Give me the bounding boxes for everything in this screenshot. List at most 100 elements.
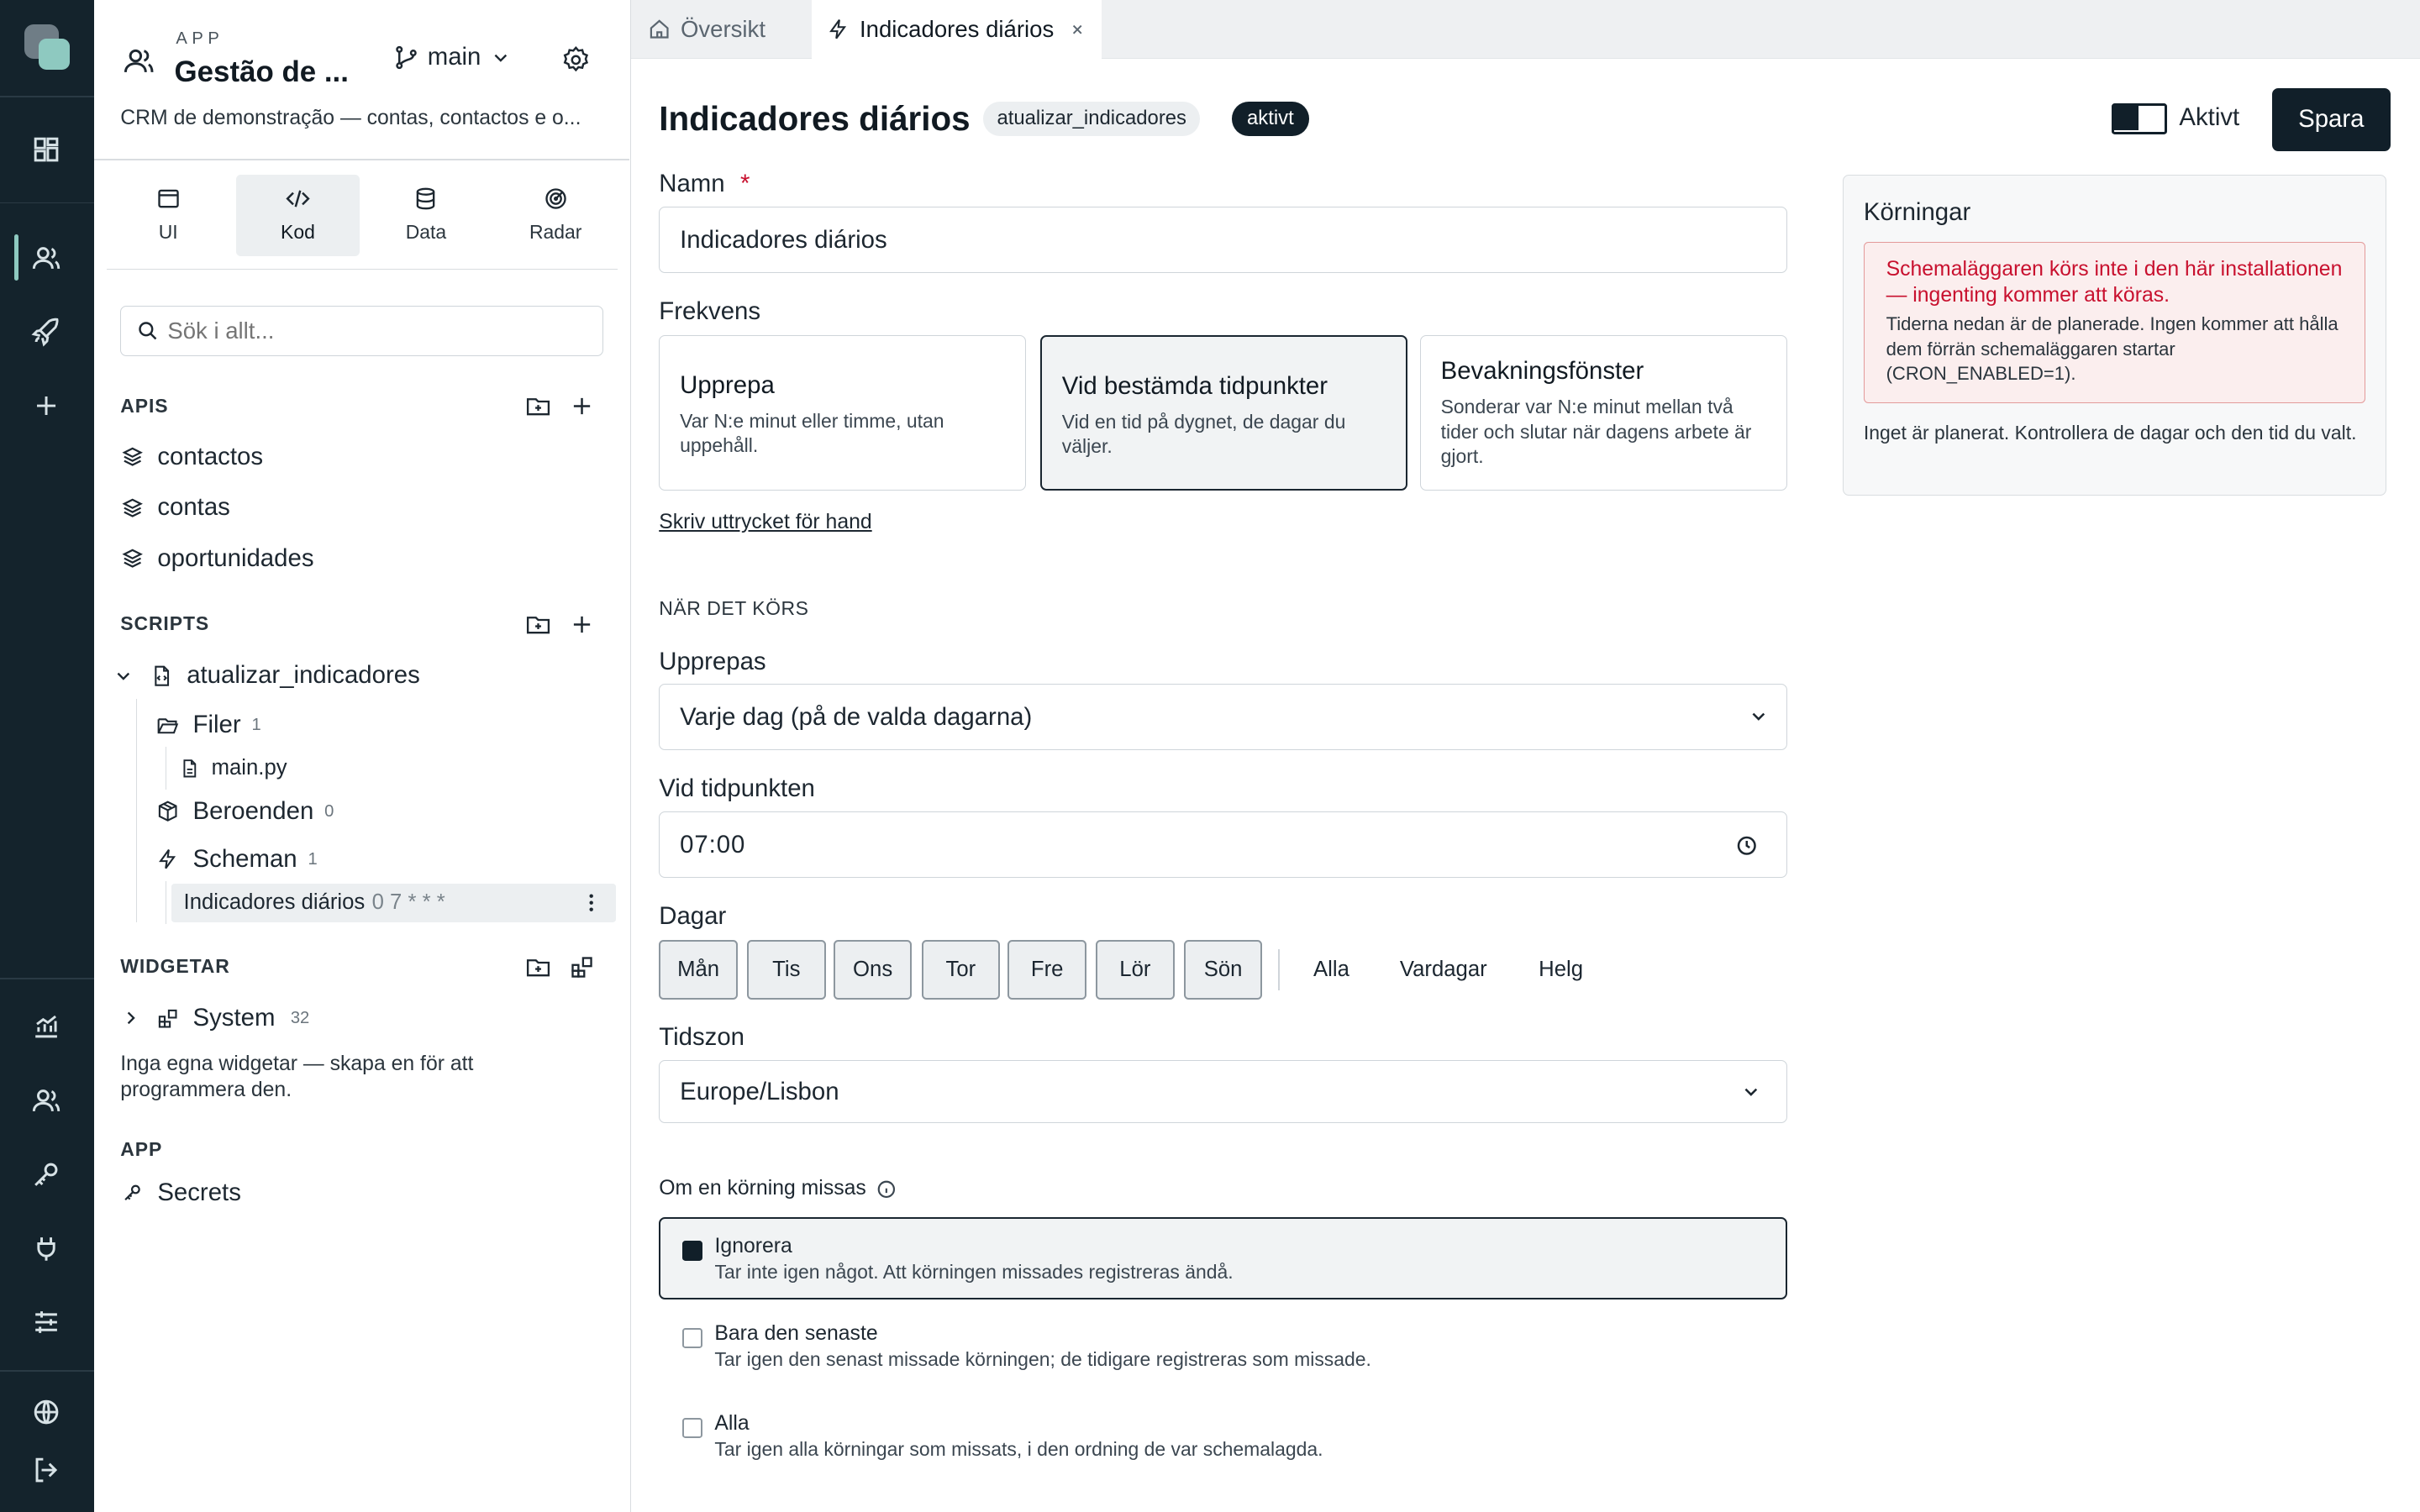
add-widget-icon[interactable]	[568, 953, 596, 981]
more-vertical-icon[interactable]	[579, 890, 603, 915]
mode-kod[interactable]: Kod	[236, 174, 360, 256]
timezone-label: Tidszon	[659, 1022, 745, 1051]
widget-system-count: 32	[290, 1008, 310, 1027]
day-toggle-mon[interactable]: Mån	[659, 939, 738, 1000]
add-api-plus-icon[interactable]	[568, 392, 596, 420]
missed-option-checkbox[interactable]	[681, 1240, 702, 1261]
missed-option-ignore[interactable]: Ignorera Tar inte igen något. Att körnin…	[659, 1217, 1787, 1299]
key-icon[interactable]	[28, 1156, 65, 1193]
day-toggle-fri[interactable]: Fre	[1007, 939, 1086, 1000]
days-preset-weekdays[interactable]: Vardagar	[1400, 940, 1487, 1000]
layers-icon	[120, 444, 145, 469]
missed-option-checkbox[interactable]	[681, 1328, 702, 1349]
script-item[interactable]: atualizar_indicadores	[113, 659, 420, 692]
frequency-option-repeat[interactable]: Upprepa Var N:e minut eller timme, utan …	[659, 334, 1027, 491]
active-toggle[interactable]	[2111, 103, 2167, 134]
new-folder-icon[interactable]	[524, 611, 552, 638]
branch-name: main	[427, 43, 481, 71]
day-toggle-sun[interactable]: Sön	[1183, 939, 1263, 1000]
timezone-select-value: Europe/Lisbon	[680, 1078, 839, 1106]
analytics-icon[interactable]	[28, 1007, 65, 1044]
api-item-oportunidades[interactable]: oportunidades	[120, 542, 314, 575]
git-branch-icon	[392, 44, 420, 71]
plus-icon[interactable]	[28, 387, 65, 424]
sliders-icon[interactable]	[28, 1304, 65, 1341]
tree-schedule-item[interactable]: Indicadores diários 0 7 * * *	[171, 884, 616, 923]
api-item-contas[interactable]: contas	[120, 491, 230, 524]
tree-schedules[interactable]: Scheman 1	[155, 844, 318, 875]
globe-icon[interactable]	[28, 1394, 65, 1431]
frequency-option-title: Upprepa	[680, 370, 775, 399]
dashboard-icon[interactable]	[28, 131, 65, 168]
file-name: main.py	[211, 756, 287, 780]
team-icon[interactable]	[28, 1082, 65, 1119]
key-icon	[120, 1180, 145, 1205]
api-item-label: contactos	[157, 442, 264, 470]
timezone-select[interactable]: Europe/Lisbon	[659, 1059, 1787, 1124]
required-mark: *	[739, 170, 750, 198]
plug-icon[interactable]	[28, 1230, 65, 1267]
rocket-icon[interactable]	[28, 313, 65, 350]
schedule-name: Indicadores diários	[183, 890, 366, 914]
branch-selector[interactable]: main	[392, 43, 513, 71]
search-input[interactable]	[167, 312, 585, 350]
database-icon	[412, 185, 439, 213]
info-icon[interactable]	[876, 1179, 897, 1200]
day-toggle-wed[interactable]: Ons	[833, 939, 913, 1000]
tree-deps-label: Beroenden	[192, 797, 314, 826]
clock-icon[interactable]	[1735, 834, 1759, 858]
day-toggle-sat[interactable]: Lör	[1096, 939, 1175, 1000]
logout-icon[interactable]	[28, 1452, 65, 1488]
rail-active-indicator	[13, 234, 19, 281]
mode-ui[interactable]: UI	[107, 175, 230, 256]
tree-files[interactable]: Filer 1	[155, 710, 261, 741]
tree-file-main-py[interactable]: main.py	[179, 754, 287, 782]
secrets-item[interactable]: Secrets	[120, 1176, 241, 1210]
scheduler-alert-title: Schemaläggaren körs inte i den här insta…	[1886, 258, 2343, 307]
status-badge: aktivt	[1231, 102, 1310, 136]
time-input[interactable]: 07:00	[659, 811, 1787, 879]
layers-icon	[120, 546, 145, 570]
api-item-contactos[interactable]: contactos	[120, 439, 263, 473]
new-folder-icon[interactable]	[524, 953, 552, 981]
tab-overview[interactable]: Översikt	[631, 0, 812, 59]
secrets-label: Secrets	[157, 1178, 241, 1206]
days-preset-weekend[interactable]: Helg	[1539, 940, 1583, 1000]
manual-expression-link[interactable]: Skriv uttrycket för hand	[659, 511, 871, 534]
name-input-value: Indicadores diários	[680, 226, 887, 255]
close-icon[interactable]	[1070, 22, 1085, 37]
repeat-select[interactable]: Varje dag (på de valda dagarna)	[659, 683, 1787, 750]
missed-option-latest[interactable]: Bara den senaste Tar igen den senast mis…	[659, 1307, 1787, 1389]
chevron-down-icon	[1748, 706, 1770, 727]
mode-data[interactable]: Data	[364, 175, 487, 256]
day-toggle-thu[interactable]: Tor	[921, 939, 1001, 1000]
missed-option-checkbox[interactable]	[681, 1417, 702, 1438]
new-folder-icon[interactable]	[524, 392, 552, 420]
app-logo[interactable]	[24, 24, 71, 71]
tree-dependencies[interactable]: Beroenden 0	[155, 796, 334, 827]
tab-schedule[interactable]: Indicadores diários	[812, 0, 1102, 59]
scheduler-alert: Schemaläggaren körs inte i den här insta…	[1863, 241, 2365, 404]
mode-radar[interactable]: Radar	[494, 175, 618, 256]
frequency-option-fixed-times[interactable]: Vid bestämda tidpunkter Vid en tid på dy…	[1039, 334, 1408, 491]
apis-section-title: APIS	[120, 395, 169, 417]
name-input[interactable]: Indicadores diários	[659, 207, 1787, 274]
search-box[interactable]	[120, 305, 604, 357]
add-script-plus-icon[interactable]	[568, 611, 596, 638]
widget-system[interactable]: System 32	[120, 1001, 309, 1035]
missed-option-all[interactable]: Alla Tar igen alla körningar som missats…	[659, 1396, 1787, 1478]
widget-system-label: System	[192, 1004, 276, 1032]
day-toggle-tue[interactable]: Tis	[746, 939, 826, 1000]
frequency-option-title: Vid bestämda tidpunkter	[1061, 371, 1328, 400]
settings-gear-icon[interactable]	[560, 45, 592, 76]
frequency-option-watch-window[interactable]: Bevakningsfönster Sonderar var N:e minut…	[1419, 334, 1787, 491]
app-name[interactable]: Gestão de ...	[175, 55, 349, 89]
widgets-section-title: WIDGETAR	[120, 954, 230, 977]
users-icon[interactable]	[28, 239, 65, 276]
app-description: CRM de demonstração — contas, contactos …	[120, 106, 581, 129]
tab-overview-label: Översikt	[680, 15, 765, 42]
python-file-icon	[179, 758, 201, 780]
save-button[interactable]: Spara	[2271, 87, 2391, 151]
days-preset-all[interactable]: Alla	[1313, 940, 1349, 1000]
code-icon	[284, 185, 312, 213]
